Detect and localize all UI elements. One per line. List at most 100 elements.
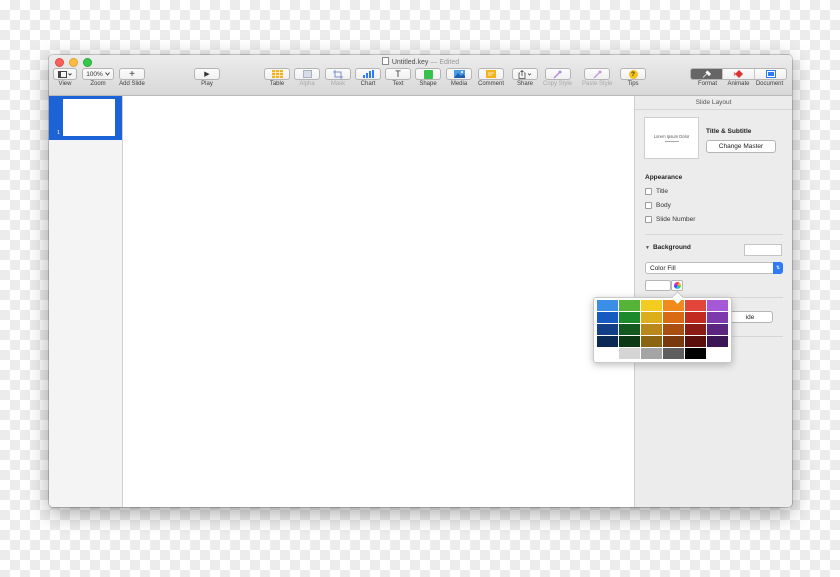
color-swatch[interactable] (685, 324, 706, 335)
keynote-window: Untitled.key — Edited View 100% Zoom + A… (49, 55, 792, 507)
color-swatch[interactable] (597, 348, 618, 359)
color-swatch[interactable] (619, 324, 640, 335)
color-swatch[interactable] (641, 324, 662, 335)
table-tool[interactable]: Table (264, 68, 290, 87)
comment-button[interactable] (478, 68, 504, 80)
share-button[interactable] (512, 68, 538, 80)
instant-alpha-icon (302, 70, 312, 78)
animate-tab[interactable] (722, 69, 754, 79)
animate-label: Animate (727, 81, 750, 87)
zoom-popup[interactable]: 100% (82, 68, 114, 80)
media-tool[interactable]: Media (446, 68, 472, 87)
color-swatch[interactable] (597, 300, 618, 311)
tips-tool[interactable]: ? Tips (620, 68, 646, 87)
add-slide-label: Add Slide (119, 81, 145, 87)
color-swatch[interactable] (663, 348, 684, 359)
view-label: View (58, 81, 72, 87)
color-swatch[interactable] (619, 336, 640, 347)
change-master-button[interactable]: Change Master (706, 140, 776, 153)
checkbox-box[interactable] (645, 202, 652, 209)
color-swatch[interactable] (619, 300, 640, 311)
add-slide-button[interactable]: + (119, 68, 145, 80)
palette-row (597, 300, 728, 311)
text-button[interactable]: T (385, 68, 411, 80)
paintbrush-icon (702, 70, 711, 78)
title-toolbar: Untitled.key — Edited View 100% Zoom + A… (49, 55, 792, 96)
eyedropper-icon (553, 70, 562, 78)
color-swatch[interactable] (707, 300, 728, 311)
color-swatch[interactable] (685, 348, 706, 359)
color-swatch[interactable] (641, 348, 662, 359)
edited-status: Edited (439, 59, 460, 66)
master-thumbnail[interactable]: Lorem Ipsum Dolor (644, 117, 699, 159)
shape-label: Shape (419, 81, 437, 87)
alpha-button[interactable] (294, 68, 320, 80)
color-swatch[interactable] (685, 300, 706, 311)
chart-button[interactable] (355, 68, 381, 80)
checkbox-box[interactable] (645, 188, 652, 195)
play-tool[interactable]: ▶ Play (194, 68, 220, 87)
checkbox-box[interactable] (645, 216, 652, 223)
edit-master-slide-button[interactable]: ide (727, 311, 773, 323)
color-swatch[interactable] (641, 312, 662, 323)
title-checkbox[interactable]: Title (645, 188, 668, 195)
color-swatch[interactable] (663, 324, 684, 335)
copy-style-tool[interactable]: Copy Style (543, 68, 572, 87)
color-swatch[interactable] (619, 348, 640, 359)
paste-style-button[interactable] (584, 68, 611, 80)
color-swatch[interactable] (619, 312, 640, 323)
copy-style-button[interactable] (544, 68, 571, 80)
color-swatch[interactable] (685, 312, 706, 323)
zoom-label: Zoom (90, 81, 106, 87)
disclosure-triangle-icon[interactable]: ▼ (645, 245, 650, 251)
color-swatch[interactable] (597, 324, 618, 335)
alpha-tool[interactable]: Alpha (294, 68, 320, 87)
format-tab[interactable] (691, 69, 722, 79)
add-slide-tool[interactable]: + Add Slide (119, 68, 145, 87)
play-button[interactable]: ▶ (194, 68, 220, 80)
table-button[interactable] (264, 68, 290, 80)
share-tool[interactable]: Share (512, 68, 538, 87)
color-swatch[interactable] (707, 324, 728, 335)
copy-style-label: Copy Style (543, 81, 573, 87)
color-wheel-button[interactable] (671, 280, 683, 291)
color-swatch[interactable] (707, 336, 728, 347)
slide-thumbnail-selected[interactable]: 1 (49, 96, 122, 140)
color-swatch[interactable] (641, 300, 662, 311)
fill-type-popup[interactable]: Color Fill ⇅ (645, 262, 783, 274)
color-swatch[interactable] (597, 312, 618, 323)
document-label: Document (755, 81, 784, 87)
mask-tool[interactable]: Mask (325, 68, 351, 87)
view-icon (58, 70, 72, 78)
master-thumbnail-text: Lorem Ipsum Dolor (653, 134, 690, 139)
document-tab[interactable] (754, 69, 786, 79)
view-button[interactable] (53, 68, 77, 80)
inspector-segmented-control (690, 68, 787, 80)
slide-number-checkbox[interactable]: Slide Number (645, 216, 695, 223)
view-tool[interactable]: View (53, 68, 77, 87)
background-heading[interactable]: ▼ Background (645, 244, 691, 251)
zoom-tool[interactable]: 100% Zoom (82, 68, 114, 87)
color-swatch[interactable] (685, 336, 706, 347)
color-swatch[interactable] (597, 336, 618, 347)
shape-button[interactable] (415, 68, 441, 80)
chevron-down-icon (104, 72, 110, 76)
shape-tool[interactable]: Shape (415, 68, 441, 87)
chart-tool[interactable]: Chart (355, 68, 381, 87)
text-tool[interactable]: T Text (385, 68, 411, 87)
body-checkbox[interactable]: Body (645, 202, 671, 209)
tips-button[interactable]: ? (620, 68, 646, 80)
color-swatch[interactable] (663, 312, 684, 323)
mask-button[interactable] (325, 68, 351, 80)
color-swatch[interactable] (641, 336, 662, 347)
share-icon (518, 69, 531, 79)
media-button[interactable] (446, 68, 472, 80)
color-swatch[interactable] (663, 300, 684, 311)
comment-tool[interactable]: Comment (478, 68, 504, 87)
slide-canvas[interactable] (123, 96, 634, 507)
background-color-well[interactable] (645, 280, 671, 291)
color-swatch[interactable] (707, 312, 728, 323)
paste-style-tool[interactable]: Paste Style (582, 68, 612, 87)
color-swatch[interactable] (707, 348, 728, 359)
color-swatch[interactable] (663, 336, 684, 347)
